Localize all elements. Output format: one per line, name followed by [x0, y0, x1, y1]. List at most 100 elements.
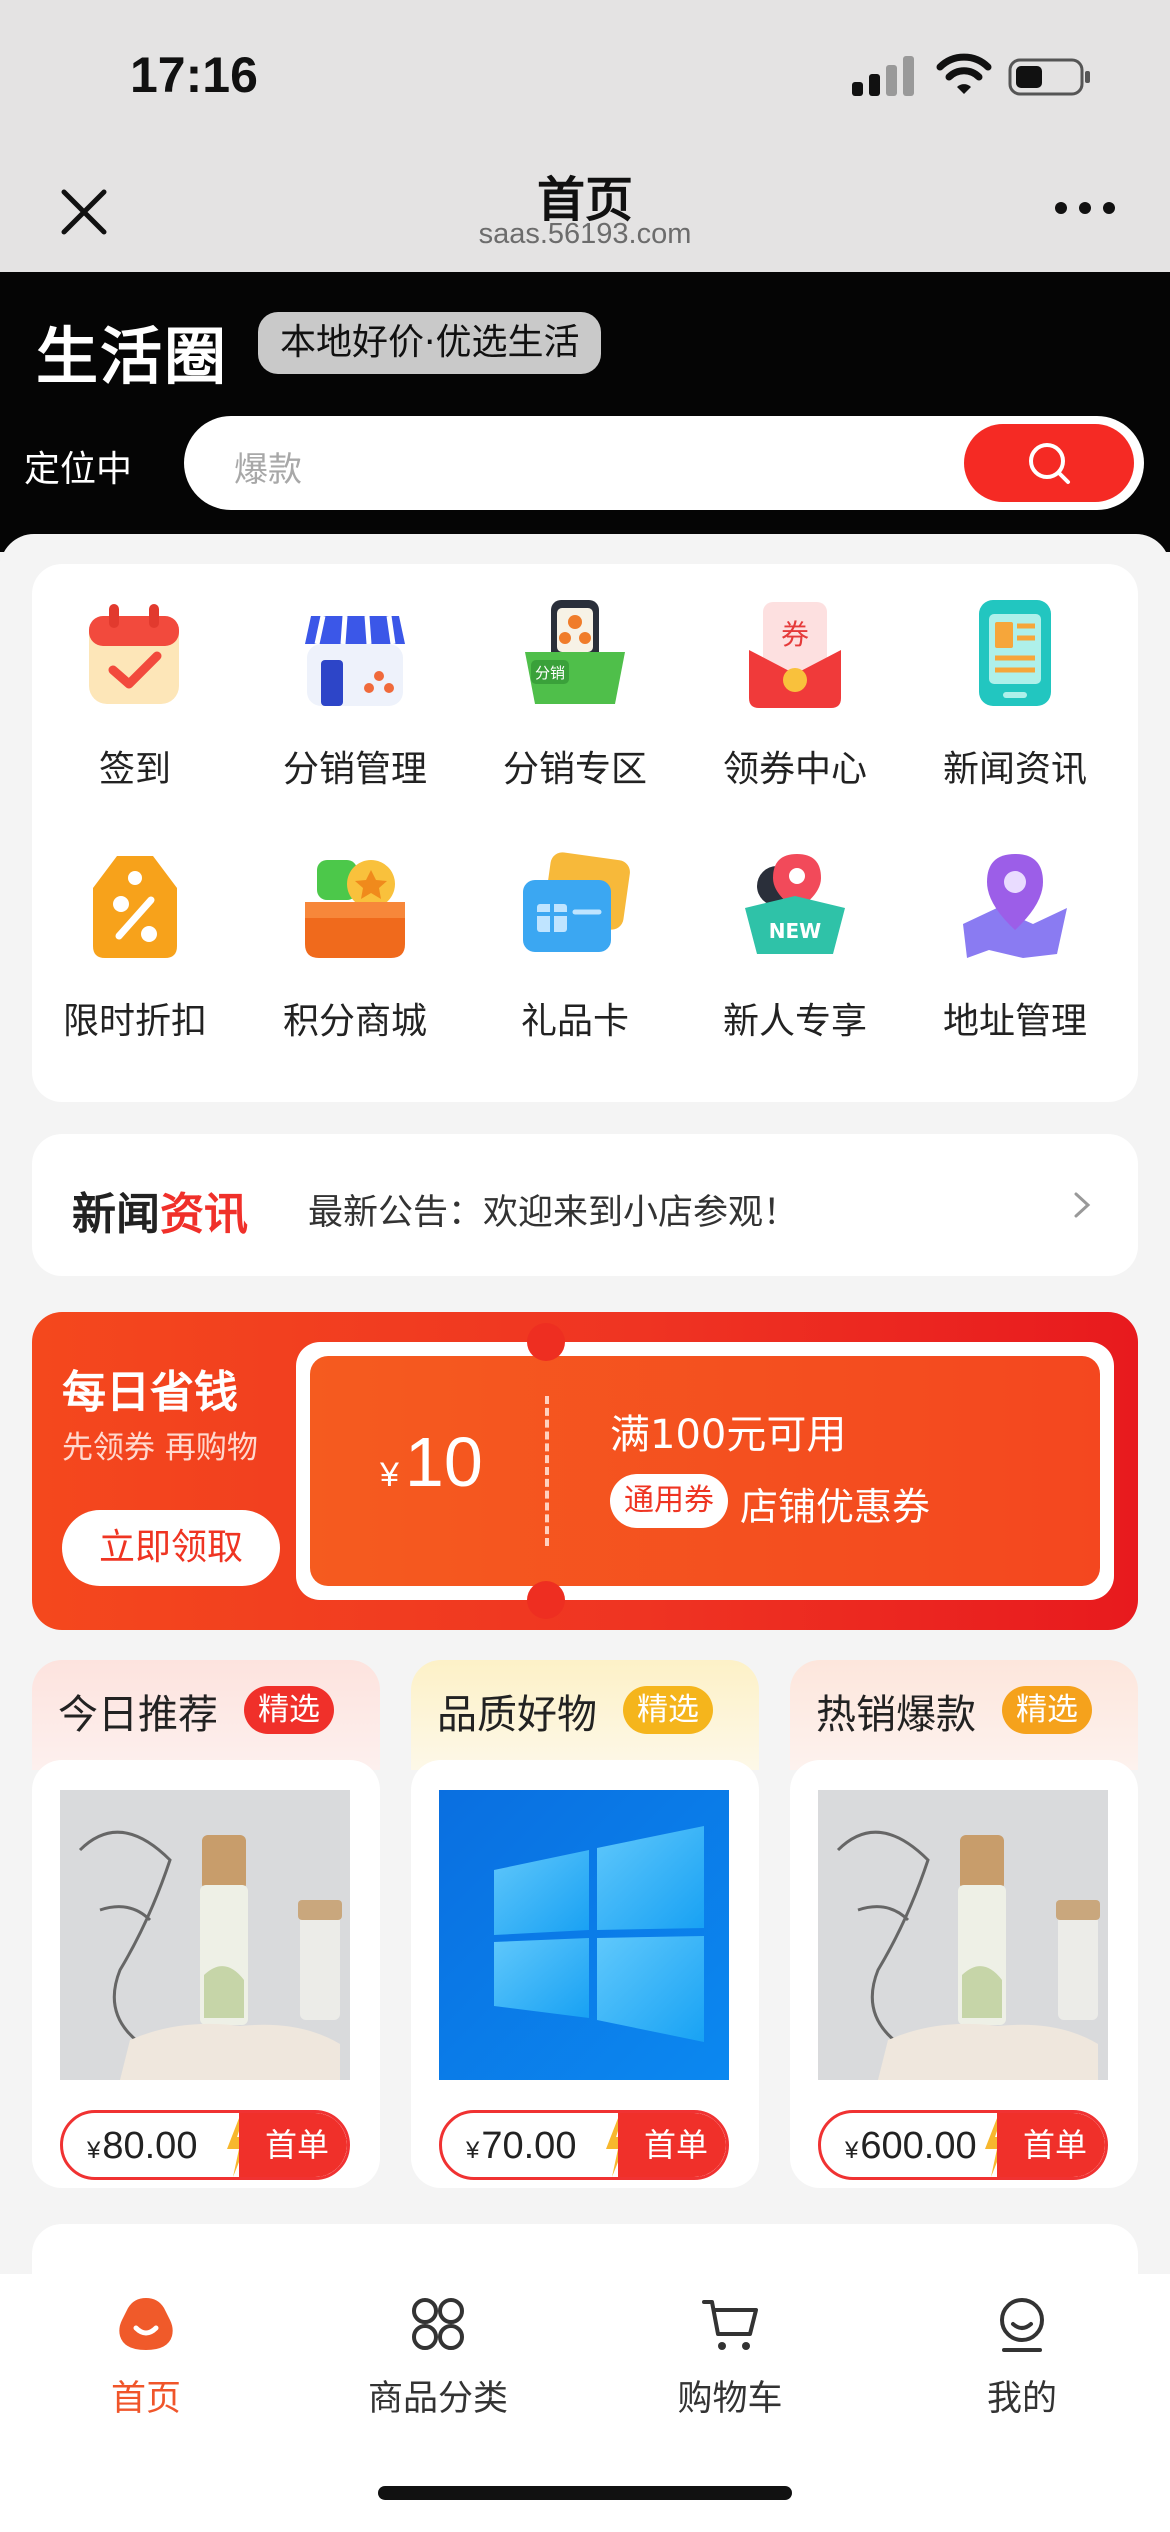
discount-tag-icon [93, 856, 177, 958]
grid-item-checkin[interactable]: 签到 [35, 564, 235, 804]
battery-icon [1008, 58, 1090, 96]
user-icon [1000, 2298, 1044, 2352]
coupon-ticket[interactable]: ¥10 满100元可用 通用券 店铺优惠券 [296, 1323, 1114, 1619]
distribution-basket-icon: 分销 [525, 600, 625, 704]
grid-item-label: 积分商城 [282, 1001, 427, 1042]
tab-category[interactable]: 商品分类 [292, 2274, 584, 2424]
product-card-title: 品质好物 [437, 1692, 597, 1738]
tab-profile[interactable]: 我的 [876, 2274, 1168, 2424]
grid-item-news[interactable]: 新闻资讯 [915, 564, 1115, 804]
coupon-subtitle: 先领券 再购物 [62, 1430, 258, 1466]
price-currency: ¥ [845, 2137, 859, 2164]
product-image [818, 1790, 1108, 2080]
ticket-notch [527, 1323, 565, 1361]
search-button[interactable] [964, 424, 1134, 502]
search-input[interactable]: 爆款 [234, 442, 302, 491]
grid-item-label: 礼品卡 [520, 1001, 629, 1042]
tab-label: 首页 [110, 2379, 181, 2419]
grid-item-new-user[interactable]: NEW 新人专享 [695, 816, 895, 1056]
news-text: 最新公告：欢迎来到小店参观！ [308, 1193, 799, 1233]
search-bar[interactable]: 爆款 [184, 416, 1144, 510]
coupon-amount-value: 10 [404, 1423, 483, 1501]
product-card-body: ¥80.00 首单 [32, 1760, 380, 2188]
grid-item-coupon-center[interactable]: 券 领券中心 [695, 564, 895, 804]
price-tag: ¥70.00 首单 [439, 2110, 729, 2180]
price-value: ¥600.00 [845, 2125, 977, 2168]
product-card-title: 热销爆款 [816, 1692, 976, 1738]
product-card-title: 今日推荐 [58, 1692, 218, 1738]
hero-banner: 生活圈 本地好价·优选生活 定位中 爆款 [0, 272, 1170, 552]
location-label[interactable]: 定位中 [24, 440, 132, 492]
news-tablet-icon [979, 600, 1051, 706]
coupon-title: 每日省钱 [62, 1367, 238, 1418]
grid-item-flash-discount[interactable]: 限时折扣 [35, 816, 235, 1056]
grid-item-distribution-zone[interactable]: 分销 分销专区 [475, 564, 675, 804]
first-order-label: 首单 [997, 2113, 1105, 2177]
cellular-signal-icon [852, 56, 914, 96]
first-order-label: 首单 [239, 2113, 347, 2177]
grid-item-address[interactable]: 地址管理 [915, 816, 1115, 1056]
grid-item-label: 限时折扣 [62, 1001, 207, 1042]
product-card-header: 品质好物 精选 [411, 1660, 759, 1770]
cart-icon [702, 2300, 758, 2350]
product-card-recommend[interactable]: 今日推荐 精选 ¥80.00 首单 [32, 1660, 380, 2188]
gift-card-icon [523, 852, 630, 952]
grid-item-label: 地址管理 [942, 1001, 1087, 1042]
grid-item-label: 领券中心 [722, 749, 867, 790]
product-card-hot[interactable]: 热销爆款 精选 ¥600.00 首单 [790, 1660, 1138, 2188]
tab-home[interactable]: 首页 [0, 2274, 292, 2424]
product-card-header: 热销爆款 精选 [790, 1660, 1138, 1770]
status-time: 17:16 [130, 47, 258, 103]
browser-header: 17:16 首页 saas.56193.com [0, 0, 1170, 272]
tab-label: 购物车 [677, 2379, 783, 2419]
claim-coupon-button[interactable]: 立即领取 [62, 1510, 280, 1586]
grid-item-label: 签到 [98, 749, 171, 790]
product-badge: 精选 [244, 1686, 334, 1734]
home-icon [119, 2298, 173, 2350]
news-logo-b: 资讯 [160, 1189, 248, 1240]
product-image [439, 1790, 729, 2080]
price-amount: 80.00 [102, 2125, 198, 2167]
product-card-quality[interactable]: 品质好物 精选 ¥70.00 首单 [411, 1660, 759, 2188]
brand-slogan: 本地好价·优选生活 [258, 312, 602, 374]
coupon-envelope-icon: 券 [749, 602, 841, 708]
product-card-header: 今日推荐 精选 [32, 1660, 380, 1770]
news-notice[interactable]: 新闻资讯 最新公告：欢迎来到小店参观！ [32, 1134, 1138, 1276]
brand-logo: 生活圈 [36, 320, 229, 393]
grid-item-label: 新人专享 [722, 1001, 867, 1042]
calendar-check-icon [89, 604, 179, 704]
home-indicator[interactable] [378, 2486, 792, 2500]
product-card-body: ¥70.00 首单 [411, 1760, 759, 2188]
price-tag: ¥600.00 首单 [818, 2110, 1108, 2180]
grid-item-points-mall[interactable]: 积分商城 [255, 816, 455, 1056]
price-value: ¥70.00 [466, 2125, 576, 2168]
grid-item-label: 新闻资讯 [942, 749, 1087, 790]
grid-icon [412, 2298, 464, 2350]
more-icon[interactable] [1052, 196, 1118, 220]
grid-item-label: 分销专区 [502, 749, 647, 790]
tab-label: 我的 [986, 2379, 1057, 2419]
news-logo: 新闻资讯 [72, 1178, 248, 1242]
svg-text:分销: 分销 [535, 664, 565, 682]
svg-text:NEW: NEW [769, 919, 821, 943]
coupon-currency: ¥ [380, 1456, 399, 1494]
page-url: saas.56193.com [478, 218, 692, 250]
grid-item-distribution-management[interactable]: 分销管理 [255, 564, 455, 804]
coupon-divider [545, 1396, 549, 1546]
product-card-body: ¥600.00 首单 [790, 1760, 1138, 2188]
price-tag: ¥80.00 首单 [60, 2110, 350, 2180]
grid-item-gift-card[interactable]: 礼品卡 [475, 816, 675, 1056]
tab-cart[interactable]: 购物车 [584, 2274, 876, 2424]
coupon-amount: ¥10 [380, 1422, 483, 1502]
coupon-condition: 满100元可用 [610, 1412, 847, 1458]
svg-text:券: 券 [781, 618, 809, 651]
product-image [60, 1790, 350, 2080]
new-user-icon: NEW [745, 854, 845, 954]
function-grid: 签到 分销管理 分销 分销专区 券 领券中心 新闻资讯 限时折扣 积分商城 礼品… [32, 564, 1138, 1102]
coupon-tag: 通用券 [610, 1474, 728, 1528]
product-badge: 精选 [1002, 1686, 1092, 1734]
points-box-icon [305, 860, 405, 958]
chevron-right-icon [1074, 1192, 1091, 1218]
coupon-type: 店铺优惠券 [740, 1485, 931, 1529]
coupon-ticket-body: ¥10 满100元可用 通用券 店铺优惠券 [310, 1356, 1100, 1586]
